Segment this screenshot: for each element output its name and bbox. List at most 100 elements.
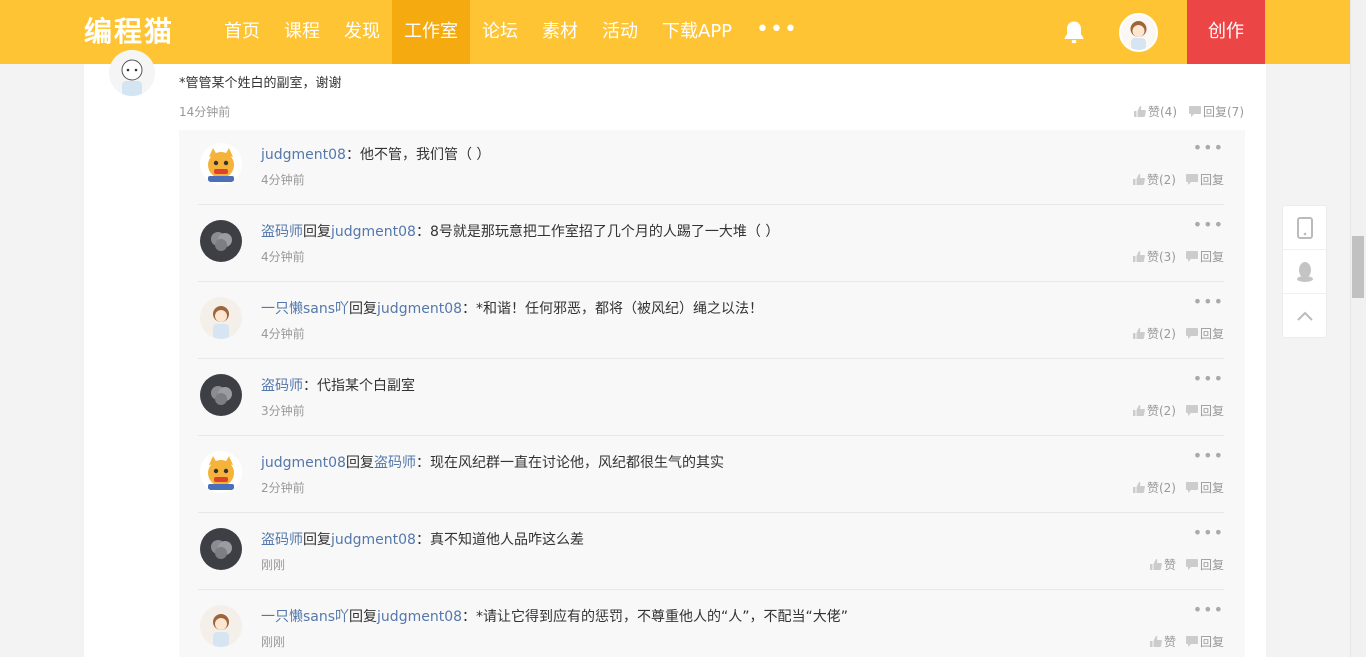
reply-item: 盗码师回复judgment08：真不知道他人品咋这么差 刚刚 ••• 赞回复 — [198, 513, 1224, 590]
nav-item-forum[interactable]: 论坛 — [470, 0, 530, 64]
reply-content: 一只懒sans吖回复judgment08：*请让它得到应有的惩罚，不尊重他人的“… — [261, 606, 848, 626]
more-options-icon[interactable]: ••• — [1193, 369, 1224, 388]
reply-author-link[interactable]: 盗码师 — [261, 224, 303, 240]
reply-avatar[interactable] — [200, 297, 242, 339]
mobile-app-button[interactable] — [1283, 206, 1326, 250]
more-options-icon[interactable]: ••• — [1193, 292, 1224, 311]
nav-item-home[interactable]: 首页 — [212, 0, 272, 64]
reply-avatar[interactable] — [200, 143, 242, 185]
reply-like-label: 赞(3) — [1146, 250, 1176, 264]
reply-reply-button[interactable]: 回复 — [1185, 171, 1224, 188]
user-avatar[interactable] — [1119, 13, 1158, 52]
reply-reply-button[interactable]: 回复 — [1185, 402, 1224, 419]
reply-author-link[interactable]: 一只懒sans吖 — [261, 301, 349, 317]
nav-item-materials[interactable]: 素材 — [530, 0, 590, 64]
comment-time: 14分钟前 — [179, 105, 231, 119]
create-button[interactable]: 创作 — [1187, 0, 1265, 64]
more-options-icon[interactable]: ••• — [1193, 523, 1224, 542]
reply-like-button[interactable]: 赞(3) — [1132, 248, 1176, 265]
reply-reply-button[interactable]: 回复 — [1185, 248, 1224, 265]
back-to-top-button[interactable] — [1283, 294, 1326, 338]
nav-item-download-app[interactable]: 下载APP — [650, 0, 744, 64]
reply-avatar[interactable] — [200, 528, 242, 570]
reply-reply-label: 回复 — [1199, 250, 1224, 264]
site-logo[interactable]: 编程猫 — [84, 14, 174, 50]
reply-avatar[interactable] — [200, 605, 242, 647]
reply-time: 3分钟前 — [261, 404, 305, 418]
nav-item-studio[interactable]: 工作室 — [392, 0, 470, 64]
reply-avatar[interactable] — [200, 451, 242, 493]
reply-time: 4分钟前 — [261, 327, 305, 341]
reply-like-button[interactable]: 赞(2) — [1132, 479, 1176, 496]
reply-content: 盗码师回复judgment08：8号就是那玩意把工作室招了几个月的人踢了一大堆（… — [261, 221, 779, 241]
nav-item-courses[interactable]: 课程 — [272, 0, 332, 64]
reply-actions: 赞(2) 回复 — [1132, 402, 1224, 419]
reply-like-button[interactable]: 赞 — [1149, 633, 1176, 650]
reply-reply-button[interactable]: 回复 — [1185, 556, 1224, 573]
thumb-up-icon — [1132, 251, 1145, 262]
reply-like-button[interactable]: 赞(2) — [1132, 325, 1176, 342]
comment-actions: 赞(4) 回复(7) — [1134, 103, 1244, 120]
reply-reply-button[interactable]: 回复 — [1185, 479, 1224, 496]
reply-like-label: 赞(2) — [1146, 327, 1176, 341]
reply-reply-label: 回复 — [1199, 635, 1224, 649]
speech-bubble-icon — [1185, 328, 1198, 339]
comment-reply-label: 回复(7) — [1203, 105, 1244, 119]
reply-avatar[interactable] — [200, 374, 242, 416]
more-options-icon[interactable]: ••• — [1193, 446, 1224, 465]
top-nav: 编程猫 首页 课程 发现 工作室 论坛 素材 活动 下载APP ••• 创作 — [0, 0, 1350, 64]
reply-reply-button[interactable]: 回复 — [1185, 325, 1224, 342]
reply-time: 刚刚 — [261, 635, 286, 649]
reply-text: ：*和谐！任何邪恶，都将（被风纪）绳之以法！ — [462, 301, 764, 317]
reply-text: ：8号就是那玩意把工作室招了几个月的人踢了一大堆（ ） — [415, 224, 780, 240]
comment-like-button[interactable]: 赞(4) — [1134, 103, 1177, 120]
reply-like-label: 赞(2) — [1146, 173, 1176, 187]
reply-item: 一只懒sans吖回复 judgment08：*和谐！任何邪恶，都将（被风纪）绳之以… — [198, 282, 1224, 359]
nav-more-icon[interactable]: ••• — [744, 0, 810, 64]
reply-author-link[interactable]: judgment08 — [261, 455, 346, 471]
more-options-icon[interactable]: ••• — [1193, 215, 1224, 234]
thumb-up-icon — [1132, 482, 1145, 493]
reply-like-button[interactable]: 赞(2) — [1132, 402, 1176, 419]
nav-menu: 首页 课程 发现 工作室 论坛 素材 活动 下载APP ••• — [212, 0, 810, 64]
reply-content: 一只懒sans吖回复judgment08：*和谐！任何邪恶，都将（被风纪）绳之以… — [261, 298, 763, 318]
qq-button[interactable] — [1283, 250, 1326, 294]
reply-target-link[interactable]: judgment08 — [377, 609, 462, 625]
reply-like-button[interactable]: 赞 — [1149, 556, 1176, 573]
page-scrollbar-track[interactable] — [1350, 0, 1366, 657]
reply-reply-button[interactable]: 回复 — [1185, 633, 1224, 650]
more-options-icon[interactable]: ••• — [1193, 600, 1224, 619]
bell-icon[interactable] — [1060, 18, 1088, 46]
reply-author-link[interactable]: 盗码师 — [261, 378, 303, 394]
reply-actions: 赞(2) 回复 — [1132, 325, 1224, 342]
reply-avatar[interactable] — [200, 220, 242, 262]
thumb-up-icon — [1132, 405, 1145, 416]
thumb-up-icon — [1132, 328, 1145, 339]
reply-time: 4分钟前 — [261, 250, 305, 264]
reply-actions: 赞(3) 回复 — [1132, 248, 1224, 265]
reply-reply-label: 回复 — [1199, 173, 1224, 187]
speech-bubble-icon — [1185, 174, 1198, 185]
more-options-icon[interactable]: ••• — [1193, 138, 1224, 157]
reply-connector: 回复 — [303, 532, 331, 548]
comment-reply-button[interactable]: 回复(7) — [1189, 103, 1244, 120]
reply-author-link[interactable]: 盗码师 — [261, 532, 303, 548]
reply-content: 盗码师回复judgment08：真不知道他人品咋这么差 — [261, 529, 584, 549]
reply-target-link[interactable]: judgment08 — [331, 224, 416, 240]
reply-author-link[interactable]: judgment08 — [261, 147, 346, 163]
reply-target-link[interactable]: judgment08 — [331, 532, 416, 548]
reply-reply-label: 回复 — [1199, 327, 1224, 341]
speech-bubble-icon — [1185, 251, 1198, 262]
reply-like-button[interactable]: 赞(2) — [1132, 171, 1176, 188]
reply-target-link[interactable]: judgment08 — [377, 301, 462, 317]
reply-target-link[interactable]: 盗码师 — [374, 455, 416, 471]
reply-reply-label: 回复 — [1199, 404, 1224, 418]
comment-author-avatar[interactable] — [109, 50, 155, 96]
comment-like-label: 赞(4) — [1148, 105, 1177, 119]
page-scrollbar-thumb[interactable] — [1352, 236, 1364, 298]
nav-item-events[interactable]: 活动 — [590, 0, 650, 64]
reply-author-link[interactable]: 一只懒sans吖 — [261, 609, 349, 625]
nav-item-discover[interactable]: 发现 — [332, 0, 392, 64]
reply-item: 一只懒sans吖回复judgment08：*请让它得到应有的惩罚，不尊重他人的“… — [198, 590, 1224, 657]
thumb-up-icon — [1149, 636, 1162, 647]
